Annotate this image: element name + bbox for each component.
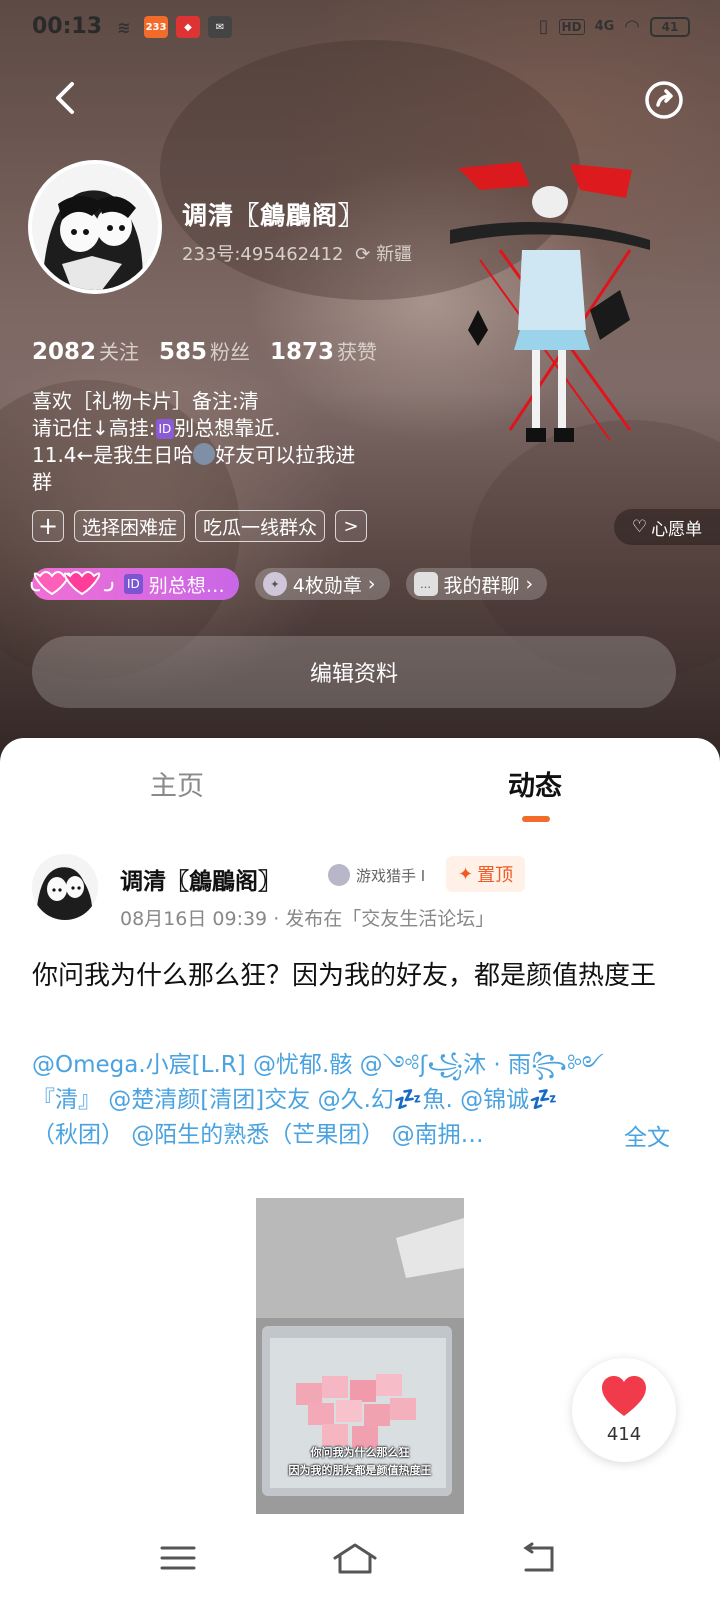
home-icon[interactable] bbox=[330, 1540, 380, 1576]
avatar-image bbox=[32, 854, 98, 920]
chevron-right-icon: › bbox=[525, 573, 534, 595]
status-bar: 00:13 ≋ 233 ◆ ✉ ▯ HD 4G ◠ 41 bbox=[0, 0, 720, 56]
bio-text: 11.4←是我生日哈 bbox=[32, 443, 194, 467]
hearts-badge-icon bbox=[30, 571, 114, 596]
gamer-badge-icon bbox=[328, 864, 350, 886]
uid-text: 233号:495462412 bbox=[182, 244, 344, 265]
post-meta[interactable]: 08月16日 09:39 · 发布在「交友生活论坛」 bbox=[120, 904, 494, 931]
title-chip-label: 别总想… bbox=[148, 574, 225, 597]
share-icon bbox=[645, 81, 683, 119]
bio-text: 别总想靠近. bbox=[174, 416, 281, 440]
bio-text: 好友可以拉我进 bbox=[215, 443, 356, 467]
post-author-name[interactable]: 调清〖鶬鶥阁〗 bbox=[120, 862, 281, 896]
back-button[interactable] bbox=[44, 76, 88, 120]
tab-indicator bbox=[522, 816, 550, 822]
edit-profile-button[interactable]: 编辑资料 bbox=[32, 636, 676, 708]
wishlist-label: 心愿单 bbox=[651, 519, 703, 540]
expand-full-text-link[interactable]: 全文 bbox=[624, 1118, 670, 1152]
vibrate-icon: ▯ bbox=[538, 16, 549, 37]
profile-uid: 233号:495462412 ⟳ 新疆 bbox=[182, 240, 412, 266]
post-video-thumbnail[interactable]: 你问我为什么那么狂 因为我的朋友都是颜值热度王 bbox=[256, 1198, 464, 1514]
add-tag-button[interactable]: + bbox=[32, 510, 64, 542]
video-caption: 因为我的朋友都是颜值热度王 bbox=[288, 1464, 432, 1477]
bio-line: 喜欢［礼物卡片］备注:清 bbox=[32, 389, 259, 413]
title-chip[interactable]: ID 别总想… bbox=[30, 568, 239, 600]
avatar-image bbox=[32, 164, 158, 290]
bio-line: 11.4←是我生日哈 好友可以拉我进 bbox=[32, 442, 442, 469]
location-text: 新疆 bbox=[376, 244, 413, 265]
stat-num: 2082 bbox=[32, 339, 97, 365]
post-mentions[interactable]: @Omega.小宸[L.R] @忧郁.骸 @༺ʃ꧁沐 · 雨꧂༻ 『清』 @楚清… bbox=[32, 1048, 692, 1153]
mail-icon: ✉ bbox=[208, 16, 232, 38]
like-count: 414 bbox=[606, 1424, 642, 1445]
wifi-icon: ◠ bbox=[624, 16, 640, 37]
pin-icon: ✦ bbox=[458, 863, 474, 885]
tab-feed[interactable]: 动态 bbox=[508, 764, 562, 803]
moon-emoji-icon bbox=[193, 443, 216, 465]
video-caption: 你问我为什么那么狂 bbox=[310, 1446, 410, 1459]
profile-bio: 喜欢［礼物卡片］备注:清 请记住↓高挂: ID 别总想靠近. 11.4←是我生日哈好… bbox=[32, 388, 442, 496]
chat-icon: … bbox=[413, 572, 438, 596]
stat-num: 585 bbox=[159, 339, 208, 365]
id-emoji-icon: ID bbox=[124, 574, 143, 594]
profile-header: 00:13 ≋ 233 ◆ ✉ ▯ HD 4G ◠ 41 调清〖鶬鶥阁〗 233… bbox=[0, 0, 720, 780]
groups-chip[interactable]: … 我的群聊 › bbox=[405, 568, 548, 600]
mention-line[interactable]: （秋团） @陌生的熟悉（芒果团） @南拥… bbox=[32, 1118, 612, 1153]
like-button[interactable]: 414 bbox=[572, 1358, 676, 1462]
stat-num: 1873 bbox=[270, 339, 335, 365]
more-tags-button[interactable]: > bbox=[335, 510, 368, 542]
profile-avatar[interactable] bbox=[28, 160, 162, 294]
app-233-icon: 233 bbox=[144, 16, 168, 38]
pinned-label: 置顶 bbox=[477, 865, 514, 886]
wishlist-button[interactable]: ♡ 心愿单 bbox=[614, 509, 720, 545]
medals-label: 4枚勋章 bbox=[292, 574, 362, 597]
stat-label: 关注 bbox=[99, 340, 140, 364]
stat-followers[interactable]: 585 粉丝 bbox=[159, 336, 250, 365]
stat-label: 获赞 bbox=[337, 340, 378, 364]
game-app-icon: ◆ bbox=[176, 16, 200, 38]
groups-label: 我的群聊 bbox=[443, 574, 520, 597]
content-sheet: 主页 动态 调清〖鶬鶥阁〗 游戏猎手 I ✦ 置顶 08月16日 09:39 ·… bbox=[0, 738, 720, 1600]
medal-icon: ✦ bbox=[262, 572, 287, 596]
profile-name: 调清〖鶬鶥阁〗 bbox=[182, 201, 365, 230]
return-icon[interactable] bbox=[518, 1540, 558, 1576]
tag-item[interactable]: 吃瓜一线群众 bbox=[195, 510, 326, 542]
hd-icon: HD bbox=[558, 18, 585, 35]
notification-icons: ≋ 233 ◆ ✉ bbox=[112, 16, 232, 38]
tag-item[interactable]: 选择困难症 bbox=[74, 510, 186, 542]
post-author-avatar[interactable] bbox=[32, 854, 98, 920]
heart-outline-icon: ♡ bbox=[631, 517, 648, 537]
profile-chips: ID 别总想… ✦ 4枚勋章 › … 我的群聊 › bbox=[30, 568, 548, 600]
hotspot-icon: ≋ bbox=[117, 17, 131, 37]
gamer-badge-label: 游戏猎手 I bbox=[356, 866, 426, 885]
mention-line[interactable]: @Omega.小宸[L.R] @忧郁.骸 @༺ʃ꧁沐 · 雨꧂༻ bbox=[32, 1048, 692, 1083]
location-pin-icon: ⟳ bbox=[355, 244, 371, 265]
id-emoji-icon: ID bbox=[155, 419, 175, 439]
tab-home[interactable]: 主页 bbox=[150, 764, 204, 803]
bio-line: 群 bbox=[32, 470, 52, 494]
network-icon: 4G bbox=[594, 19, 615, 34]
stat-likes[interactable]: 1873 获赞 bbox=[270, 336, 377, 365]
status-time: 00:13 bbox=[32, 14, 103, 39]
post-title[interactable]: 你问我为什么那么狂？因为我的好友，都是颜值热度王 bbox=[32, 956, 692, 996]
status-right-icons: ▯ HD 4G ◠ 41 bbox=[539, 16, 690, 37]
share-button[interactable] bbox=[642, 78, 686, 122]
medals-chip[interactable]: ✦ 4枚勋章 › bbox=[254, 568, 390, 600]
heart-icon bbox=[602, 1376, 646, 1416]
menu-icon[interactable] bbox=[158, 1540, 198, 1576]
pinned-badge: ✦ 置顶 bbox=[446, 856, 526, 892]
stat-label: 粉丝 bbox=[210, 340, 251, 364]
battery-icon: 41 bbox=[650, 16, 690, 37]
avatar-figure-image[interactable] bbox=[440, 150, 660, 460]
back-icon bbox=[56, 82, 74, 114]
stat-following[interactable]: 2082 关注 bbox=[32, 336, 139, 365]
gamer-badge[interactable]: 游戏猎手 I bbox=[328, 864, 425, 886]
mention-line[interactable]: 『清』 @楚清颜[清团]交友 @久.幻💤魚. @锦诚💤 bbox=[32, 1083, 692, 1118]
system-nav-bar bbox=[0, 1520, 720, 1600]
bio-line: 请记住↓高挂: ID 别总想靠近. bbox=[32, 415, 442, 442]
profile-stats: 2082 关注 585 粉丝 1873 获赞 bbox=[32, 336, 377, 365]
interest-tags: + 选择困难症 吃瓜一线群众 > bbox=[32, 510, 368, 542]
bio-text: 请记住↓高挂: bbox=[32, 416, 156, 440]
chevron-right-icon: › bbox=[367, 573, 376, 595]
